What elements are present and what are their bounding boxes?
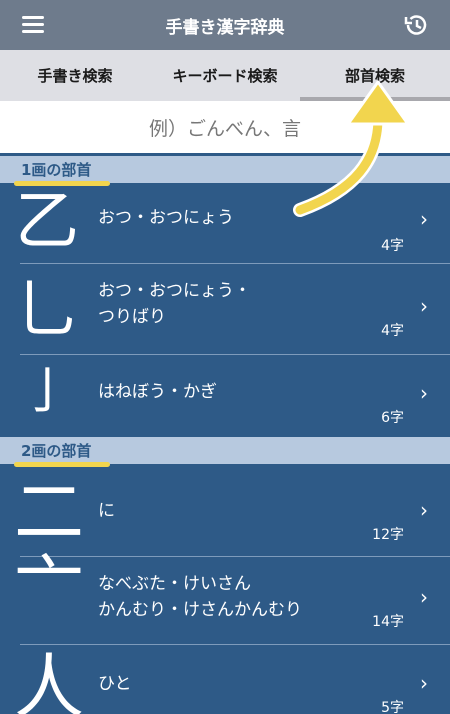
radical-name: ひと bbox=[98, 674, 132, 694]
section-header-1-stroke: 1画の部首 bbox=[0, 156, 450, 186]
character-count: 4字 bbox=[381, 323, 404, 339]
list-item[interactable]: 二 に 12字 › bbox=[0, 464, 450, 556]
chevron-right-icon: › bbox=[420, 294, 428, 318]
character-count: 14字 bbox=[372, 614, 404, 630]
chevron-right-icon: › bbox=[420, 207, 428, 231]
section-label: 1画の部首 bbox=[21, 161, 92, 179]
radical-glyph: 亠 bbox=[14, 546, 84, 628]
chevron-right-icon: › bbox=[420, 381, 428, 405]
radical-glyph: 人 bbox=[14, 646, 84, 714]
tab-keyboard[interactable]: キーボード検索 bbox=[150, 50, 300, 101]
section-header-2-stroke: 2画の部首 bbox=[0, 437, 450, 467]
app-title: 手書き漢字辞典 bbox=[165, 17, 285, 38]
chevron-right-icon: › bbox=[420, 671, 428, 695]
radical-name: はねぼう・かぎ bbox=[98, 382, 217, 402]
radical-search-input[interactable]: 例）ごんべん、言 bbox=[0, 101, 450, 153]
list-item[interactable]: 亠 なべぶた・けいさん かんむり・けさんかんむり 14字 › bbox=[0, 549, 450, 644]
tab-handwriting[interactable]: 手書き検索 bbox=[0, 50, 150, 101]
app-header: 手書き漢字辞典 bbox=[0, 0, 450, 50]
radical-glyph: 乚 bbox=[15, 274, 79, 348]
list-item[interactable]: 乙 おつ・おつにょう 4字 › bbox=[0, 183, 450, 263]
radical-glyph: 乙 bbox=[15, 185, 79, 259]
list-item[interactable]: 人 ひと 5字 › bbox=[0, 645, 450, 714]
section-label: 2画の部首 bbox=[21, 442, 92, 460]
list-item[interactable]: 亅 はねぼう・かぎ 6字 › bbox=[0, 355, 450, 432]
radical-name: に bbox=[98, 501, 115, 521]
search-mode-tabs: 手書き検索 キーボード検索 部首検索 bbox=[0, 50, 450, 101]
chevron-right-icon: › bbox=[420, 498, 428, 522]
chevron-right-icon: › bbox=[420, 585, 428, 609]
radical-name: おつ・おつにょう・ つりばり bbox=[98, 281, 251, 327]
radical-glyph: 二 bbox=[14, 471, 84, 553]
character-count: 6字 bbox=[381, 410, 404, 426]
hamburger-menu-icon[interactable] bbox=[22, 16, 48, 34]
character-count: 4字 bbox=[381, 238, 404, 254]
character-count: 5字 bbox=[381, 700, 404, 714]
list-item[interactable]: 乚 おつ・おつにょう・ つりばり 4字 › bbox=[0, 264, 450, 354]
radical-name: おつ・おつにょう bbox=[98, 208, 234, 228]
radical-name: なべぶた・けいさん かんむり・けさんかんむり bbox=[98, 574, 302, 620]
history-clock-icon[interactable] bbox=[402, 11, 430, 39]
character-count: 12字 bbox=[372, 527, 404, 543]
tab-radical[interactable]: 部首検索 bbox=[300, 50, 450, 101]
radical-glyph: 亅 bbox=[22, 362, 72, 420]
